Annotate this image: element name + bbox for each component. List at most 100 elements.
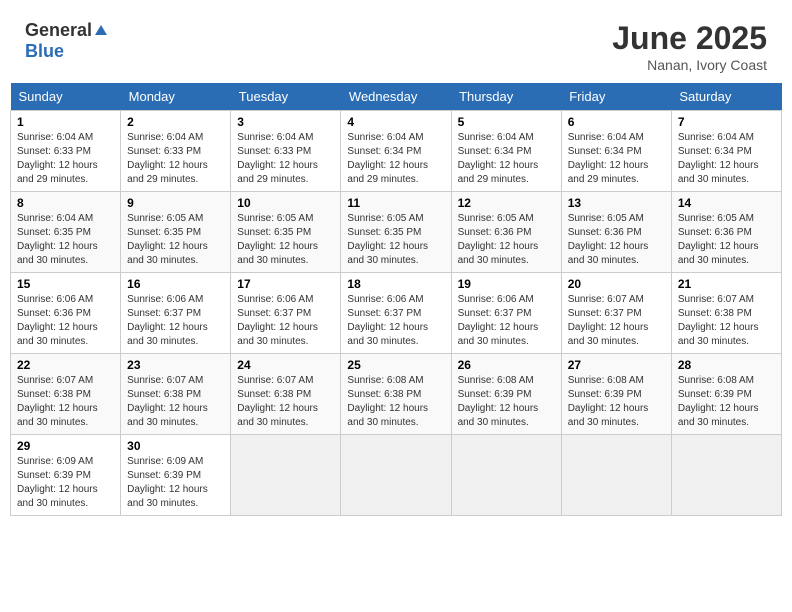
day-number: 13 (568, 196, 665, 210)
day-info: Sunrise: 6:06 AMSunset: 6:37 PMDaylight:… (127, 294, 208, 347)
day-info: Sunrise: 6:04 AMSunset: 6:33 PMDaylight:… (127, 132, 208, 185)
day-info: Sunrise: 6:04 AMSunset: 6:33 PMDaylight:… (237, 132, 318, 185)
logo: General Blue (25, 20, 107, 62)
calendar-cell: 1 Sunrise: 6:04 AMSunset: 6:33 PMDayligh… (11, 111, 121, 192)
calendar-cell: 3 Sunrise: 6:04 AMSunset: 6:33 PMDayligh… (231, 111, 341, 192)
calendar-cell: 18 Sunrise: 6:06 AMSunset: 6:37 PMDaylig… (341, 273, 451, 354)
day-number: 10 (237, 196, 334, 210)
day-number: 8 (17, 196, 114, 210)
day-info: Sunrise: 6:07 AMSunset: 6:37 PMDaylight:… (568, 294, 649, 347)
day-number: 26 (458, 358, 555, 372)
day-number: 21 (678, 277, 775, 291)
day-number: 30 (127, 439, 224, 453)
weekday-header-tuesday: Tuesday (231, 83, 341, 111)
day-number: 12 (458, 196, 555, 210)
day-number: 25 (347, 358, 444, 372)
day-number: 29 (17, 439, 114, 453)
day-number: 18 (347, 277, 444, 291)
day-number: 28 (678, 358, 775, 372)
calendar-week-row: 8 Sunrise: 6:04 AMSunset: 6:35 PMDayligh… (11, 192, 782, 273)
weekday-header-sunday: Sunday (11, 83, 121, 111)
day-info: Sunrise: 6:04 AMSunset: 6:34 PMDaylight:… (678, 132, 759, 185)
logo-triangle-icon (95, 25, 107, 35)
calendar-cell: 27 Sunrise: 6:08 AMSunset: 6:39 PMDaylig… (561, 354, 671, 435)
header: General Blue June 2025 Nanan, Ivory Coas… (10, 10, 782, 78)
weekday-header-thursday: Thursday (451, 83, 561, 111)
day-info: Sunrise: 6:05 AMSunset: 6:36 PMDaylight:… (568, 213, 649, 266)
calendar-cell (451, 435, 561, 516)
calendar-cell: 14 Sunrise: 6:05 AMSunset: 6:36 PMDaylig… (671, 192, 781, 273)
day-number: 6 (568, 115, 665, 129)
day-number: 5 (458, 115, 555, 129)
day-number: 19 (458, 277, 555, 291)
day-info: Sunrise: 6:05 AMSunset: 6:35 PMDaylight:… (127, 213, 208, 266)
day-info: Sunrise: 6:06 AMSunset: 6:37 PMDaylight:… (458, 294, 539, 347)
calendar-week-row: 22 Sunrise: 6:07 AMSunset: 6:38 PMDaylig… (11, 354, 782, 435)
day-info: Sunrise: 6:05 AMSunset: 6:35 PMDaylight:… (237, 213, 318, 266)
calendar-week-row: 29 Sunrise: 6:09 AMSunset: 6:39 PMDaylig… (11, 435, 782, 516)
logo-general-text: General (25, 20, 92, 41)
day-info: Sunrise: 6:05 AMSunset: 6:36 PMDaylight:… (458, 213, 539, 266)
logo-blue-text: Blue (25, 41, 64, 61)
calendar-cell: 26 Sunrise: 6:08 AMSunset: 6:39 PMDaylig… (451, 354, 561, 435)
calendar-cell: 25 Sunrise: 6:08 AMSunset: 6:38 PMDaylig… (341, 354, 451, 435)
weekday-header-wednesday: Wednesday (341, 83, 451, 111)
calendar-table: SundayMondayTuesdayWednesdayThursdayFrid… (10, 83, 782, 516)
day-number: 9 (127, 196, 224, 210)
calendar-cell: 11 Sunrise: 6:05 AMSunset: 6:35 PMDaylig… (341, 192, 451, 273)
calendar-cell: 10 Sunrise: 6:05 AMSunset: 6:35 PMDaylig… (231, 192, 341, 273)
day-info: Sunrise: 6:04 AMSunset: 6:34 PMDaylight:… (458, 132, 539, 185)
day-info: Sunrise: 6:04 AMSunset: 6:34 PMDaylight:… (568, 132, 649, 185)
day-number: 11 (347, 196, 444, 210)
day-number: 15 (17, 277, 114, 291)
calendar-cell: 8 Sunrise: 6:04 AMSunset: 6:35 PMDayligh… (11, 192, 121, 273)
calendar-cell: 16 Sunrise: 6:06 AMSunset: 6:37 PMDaylig… (121, 273, 231, 354)
calendar-cell: 6 Sunrise: 6:04 AMSunset: 6:34 PMDayligh… (561, 111, 671, 192)
calendar-cell: 23 Sunrise: 6:07 AMSunset: 6:38 PMDaylig… (121, 354, 231, 435)
weekday-header-monday: Monday (121, 83, 231, 111)
day-info: Sunrise: 6:08 AMSunset: 6:38 PMDaylight:… (347, 375, 428, 428)
day-info: Sunrise: 6:08 AMSunset: 6:39 PMDaylight:… (568, 375, 649, 428)
day-number: 23 (127, 358, 224, 372)
calendar-cell: 30 Sunrise: 6:09 AMSunset: 6:39 PMDaylig… (121, 435, 231, 516)
day-number: 27 (568, 358, 665, 372)
day-number: 1 (17, 115, 114, 129)
calendar-cell: 20 Sunrise: 6:07 AMSunset: 6:37 PMDaylig… (561, 273, 671, 354)
day-info: Sunrise: 6:06 AMSunset: 6:36 PMDaylight:… (17, 294, 98, 347)
day-info: Sunrise: 6:07 AMSunset: 6:38 PMDaylight:… (17, 375, 98, 428)
day-info: Sunrise: 6:08 AMSunset: 6:39 PMDaylight:… (458, 375, 539, 428)
day-number: 4 (347, 115, 444, 129)
calendar-week-row: 15 Sunrise: 6:06 AMSunset: 6:36 PMDaylig… (11, 273, 782, 354)
weekday-header-friday: Friday (561, 83, 671, 111)
calendar-cell: 12 Sunrise: 6:05 AMSunset: 6:36 PMDaylig… (451, 192, 561, 273)
day-info: Sunrise: 6:09 AMSunset: 6:39 PMDaylight:… (17, 456, 98, 509)
calendar-cell: 28 Sunrise: 6:08 AMSunset: 6:39 PMDaylig… (671, 354, 781, 435)
day-info: Sunrise: 6:07 AMSunset: 6:38 PMDaylight:… (127, 375, 208, 428)
day-info: Sunrise: 6:07 AMSunset: 6:38 PMDaylight:… (237, 375, 318, 428)
calendar-cell: 29 Sunrise: 6:09 AMSunset: 6:39 PMDaylig… (11, 435, 121, 516)
calendar-cell: 4 Sunrise: 6:04 AMSunset: 6:34 PMDayligh… (341, 111, 451, 192)
location-subtitle: Nanan, Ivory Coast (612, 57, 767, 73)
calendar-cell (671, 435, 781, 516)
day-info: Sunrise: 6:06 AMSunset: 6:37 PMDaylight:… (237, 294, 318, 347)
calendar-cell: 24 Sunrise: 6:07 AMSunset: 6:38 PMDaylig… (231, 354, 341, 435)
day-number: 2 (127, 115, 224, 129)
calendar-cell: 2 Sunrise: 6:04 AMSunset: 6:33 PMDayligh… (121, 111, 231, 192)
calendar-cell: 5 Sunrise: 6:04 AMSunset: 6:34 PMDayligh… (451, 111, 561, 192)
calendar-body: 1 Sunrise: 6:04 AMSunset: 6:33 PMDayligh… (11, 111, 782, 516)
calendar-cell (341, 435, 451, 516)
day-number: 20 (568, 277, 665, 291)
day-number: 22 (17, 358, 114, 372)
day-info: Sunrise: 6:06 AMSunset: 6:37 PMDaylight:… (347, 294, 428, 347)
day-number: 7 (678, 115, 775, 129)
calendar-header-row: SundayMondayTuesdayWednesdayThursdayFrid… (11, 83, 782, 111)
calendar-cell (231, 435, 341, 516)
weekday-header-saturday: Saturday (671, 83, 781, 111)
calendar-cell: 15 Sunrise: 6:06 AMSunset: 6:36 PMDaylig… (11, 273, 121, 354)
day-number: 16 (127, 277, 224, 291)
calendar-cell: 19 Sunrise: 6:06 AMSunset: 6:37 PMDaylig… (451, 273, 561, 354)
day-info: Sunrise: 6:04 AMSunset: 6:35 PMDaylight:… (17, 213, 98, 266)
calendar-cell: 9 Sunrise: 6:05 AMSunset: 6:35 PMDayligh… (121, 192, 231, 273)
calendar-cell: 17 Sunrise: 6:06 AMSunset: 6:37 PMDaylig… (231, 273, 341, 354)
calendar-cell: 21 Sunrise: 6:07 AMSunset: 6:38 PMDaylig… (671, 273, 781, 354)
